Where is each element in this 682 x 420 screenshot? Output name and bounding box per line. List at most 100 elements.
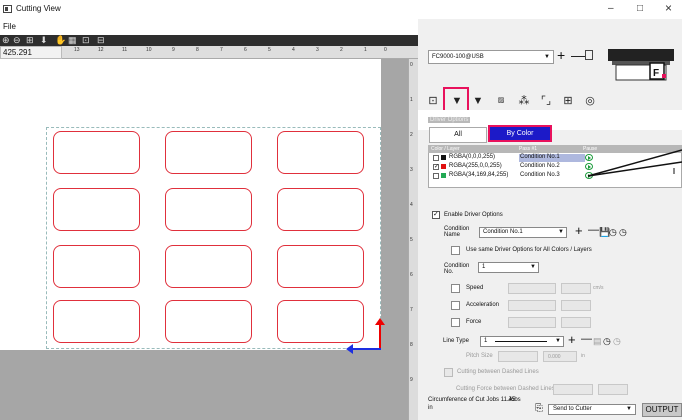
pitch-unit: in <box>581 353 585 359</box>
remove-device-button[interactable]: — <box>571 47 585 63</box>
device-select[interactable]: FC9000-100@USB <box>428 50 554 64</box>
import-line-type-icon[interactable]: ◷ <box>603 336 611 347</box>
device-info-icon[interactable] <box>585 50 593 60</box>
add-line-type-button[interactable]: + <box>568 332 576 347</box>
speed-label: Speed <box>466 285 484 291</box>
fit-icon[interactable]: ⊞ <box>26 35 34 46</box>
y-axis-arrow-icon <box>375 318 385 348</box>
layer-condition[interactable]: Condition No.3 <box>519 172 585 180</box>
grid-icon[interactable]: ▦ <box>68 35 77 46</box>
cut-shape[interactable] <box>165 188 252 231</box>
registration-marks-icon[interactable]: ⁂ <box>518 95 530 107</box>
pitch-size-label: Pitch Size <box>466 353 493 359</box>
use-same-label: Use same Driver Options for All Colors /… <box>466 247 592 253</box>
print-icon[interactable]: ⊞ <box>562 95 574 107</box>
window-title: Cutting View <box>16 4 61 13</box>
tab-by-color[interactable]: By Color <box>488 125 552 142</box>
force-slider[interactable] <box>508 317 556 328</box>
move-icon[interactable]: ⬇ <box>40 35 48 46</box>
layer-name: RGBA(34,169,84,255) <box>449 172 509 178</box>
select-icon[interactable]: ⊡ <box>82 35 90 46</box>
weed-lines-icon[interactable]: ▨ <box>495 95 507 107</box>
section-title: Driver Options <box>428 117 471 123</box>
export-line-type-icon[interactable]: ◷ <box>613 336 621 347</box>
remove-condition-button[interactable]: — <box>588 224 599 236</box>
color-swatch <box>441 155 446 160</box>
layer-checkbox[interactable] <box>433 173 439 179</box>
cut-shape[interactable] <box>277 300 364 343</box>
pan-icon[interactable]: ✋ <box>55 35 66 46</box>
pitch-size-slider[interactable] <box>498 351 538 362</box>
condition-name-select[interactable]: Condition No.1 <box>479 227 567 238</box>
lifebuoy-icon[interactable]: ◎ <box>584 95 596 107</box>
layer-checkbox[interactable]: ✓ <box>433 164 439 170</box>
tab-all[interactable]: All <box>429 127 487 143</box>
condition-no-label: Condition No. <box>444 263 470 275</box>
edit-line-type-icon[interactable]: ▤ <box>593 336 602 347</box>
layer-condition[interactable]: Condition No.1 <box>519 154 585 162</box>
add-condition-button[interactable]: + <box>575 223 583 238</box>
media-margin-bottom <box>0 350 408 420</box>
cut-add-icon[interactable]: ▼ <box>472 95 484 107</box>
cut-shape[interactable] <box>165 131 252 174</box>
circumference-unit: in <box>428 405 433 411</box>
cut-shape[interactable] <box>53 188 140 231</box>
cut-shape[interactable] <box>277 188 364 231</box>
pitch-size-input[interactable]: 0.000 <box>543 351 577 362</box>
cut-shape[interactable] <box>277 245 364 288</box>
use-same-checkbox[interactable] <box>451 246 460 255</box>
cutting-between-checkbox[interactable] <box>444 368 453 377</box>
app-icon <box>3 5 12 13</box>
cut-shape[interactable] <box>277 131 364 174</box>
cut-shape[interactable] <box>165 245 252 288</box>
menu-file[interactable]: File <box>3 22 16 31</box>
close-button[interactable]: × <box>665 1 672 15</box>
speed-checkbox[interactable] <box>451 284 460 293</box>
line-type-select[interactable]: 1 <box>480 336 564 347</box>
plotter-icon: F <box>608 49 674 81</box>
force-checkbox[interactable] <box>451 318 460 327</box>
design-sheet[interactable] <box>46 127 381 349</box>
send-icon: ⎘ <box>535 403 543 414</box>
cut-shape[interactable] <box>165 300 252 343</box>
force-label: Force <box>466 319 482 325</box>
export-condition-icon[interactable]: ◷ <box>619 227 627 238</box>
condition-name-label: Condition Name <box>444 226 470 238</box>
cutting-between-label: Cutting between Dashed Lines <box>457 369 539 375</box>
cut-shape[interactable] <box>53 131 140 174</box>
callout-lines <box>587 149 682 177</box>
layout-icon[interactable]: ⊡ <box>427 95 439 107</box>
enable-driver-options-checkbox[interactable]: ✓ <box>432 211 440 219</box>
cutting-force-slider[interactable] <box>553 384 593 395</box>
acceleration-input[interactable] <box>561 300 591 311</box>
layer-condition[interactable]: Condition No.2 <box>519 163 585 171</box>
minimize-button[interactable]: – <box>608 3 614 14</box>
speed-input[interactable] <box>561 283 591 294</box>
condition-no-select[interactable]: 1 <box>478 262 539 273</box>
output-button[interactable]: OUTPUT <box>642 403 682 417</box>
canvas-toolbar: ⊕ ⊖ ⊞ ⬇ ✋ ▦ ⊡ ⊟ <box>0 35 418 46</box>
layer-name: RGBA(0,0,0,255) <box>449 154 496 160</box>
media-margin-right <box>381 59 408 350</box>
acceleration-checkbox[interactable] <box>451 301 460 310</box>
cutting-force-input[interactable] <box>598 384 628 395</box>
remove-line-type-button[interactable]: — <box>581 333 592 345</box>
acceleration-slider[interactable] <box>508 300 556 311</box>
cut-shape[interactable] <box>53 300 140 343</box>
color-swatch <box>441 173 446 178</box>
output-destination-select[interactable]: Send to Cutter <box>548 404 636 415</box>
zoom-out-icon[interactable]: ⊖ <box>13 35 21 46</box>
rect-icon[interactable]: ⊟ <box>97 35 105 46</box>
crop-icon[interactable]: ⌜⌟ <box>540 95 552 107</box>
add-device-button[interactable]: + <box>557 47 565 63</box>
layer-checkbox[interactable] <box>433 155 439 161</box>
zoom-in-icon[interactable]: ⊕ <box>2 35 10 46</box>
jobs-label: Jobs <box>508 397 521 403</box>
import-condition-icon[interactable]: ◷ <box>609 227 617 238</box>
speed-slider[interactable] <box>508 283 556 294</box>
cut-shape[interactable] <box>53 245 140 288</box>
tab-highlight <box>443 87 469 112</box>
maximize-button[interactable]: □ <box>637 3 643 14</box>
force-input[interactable] <box>561 317 591 328</box>
title-bar <box>0 0 682 19</box>
